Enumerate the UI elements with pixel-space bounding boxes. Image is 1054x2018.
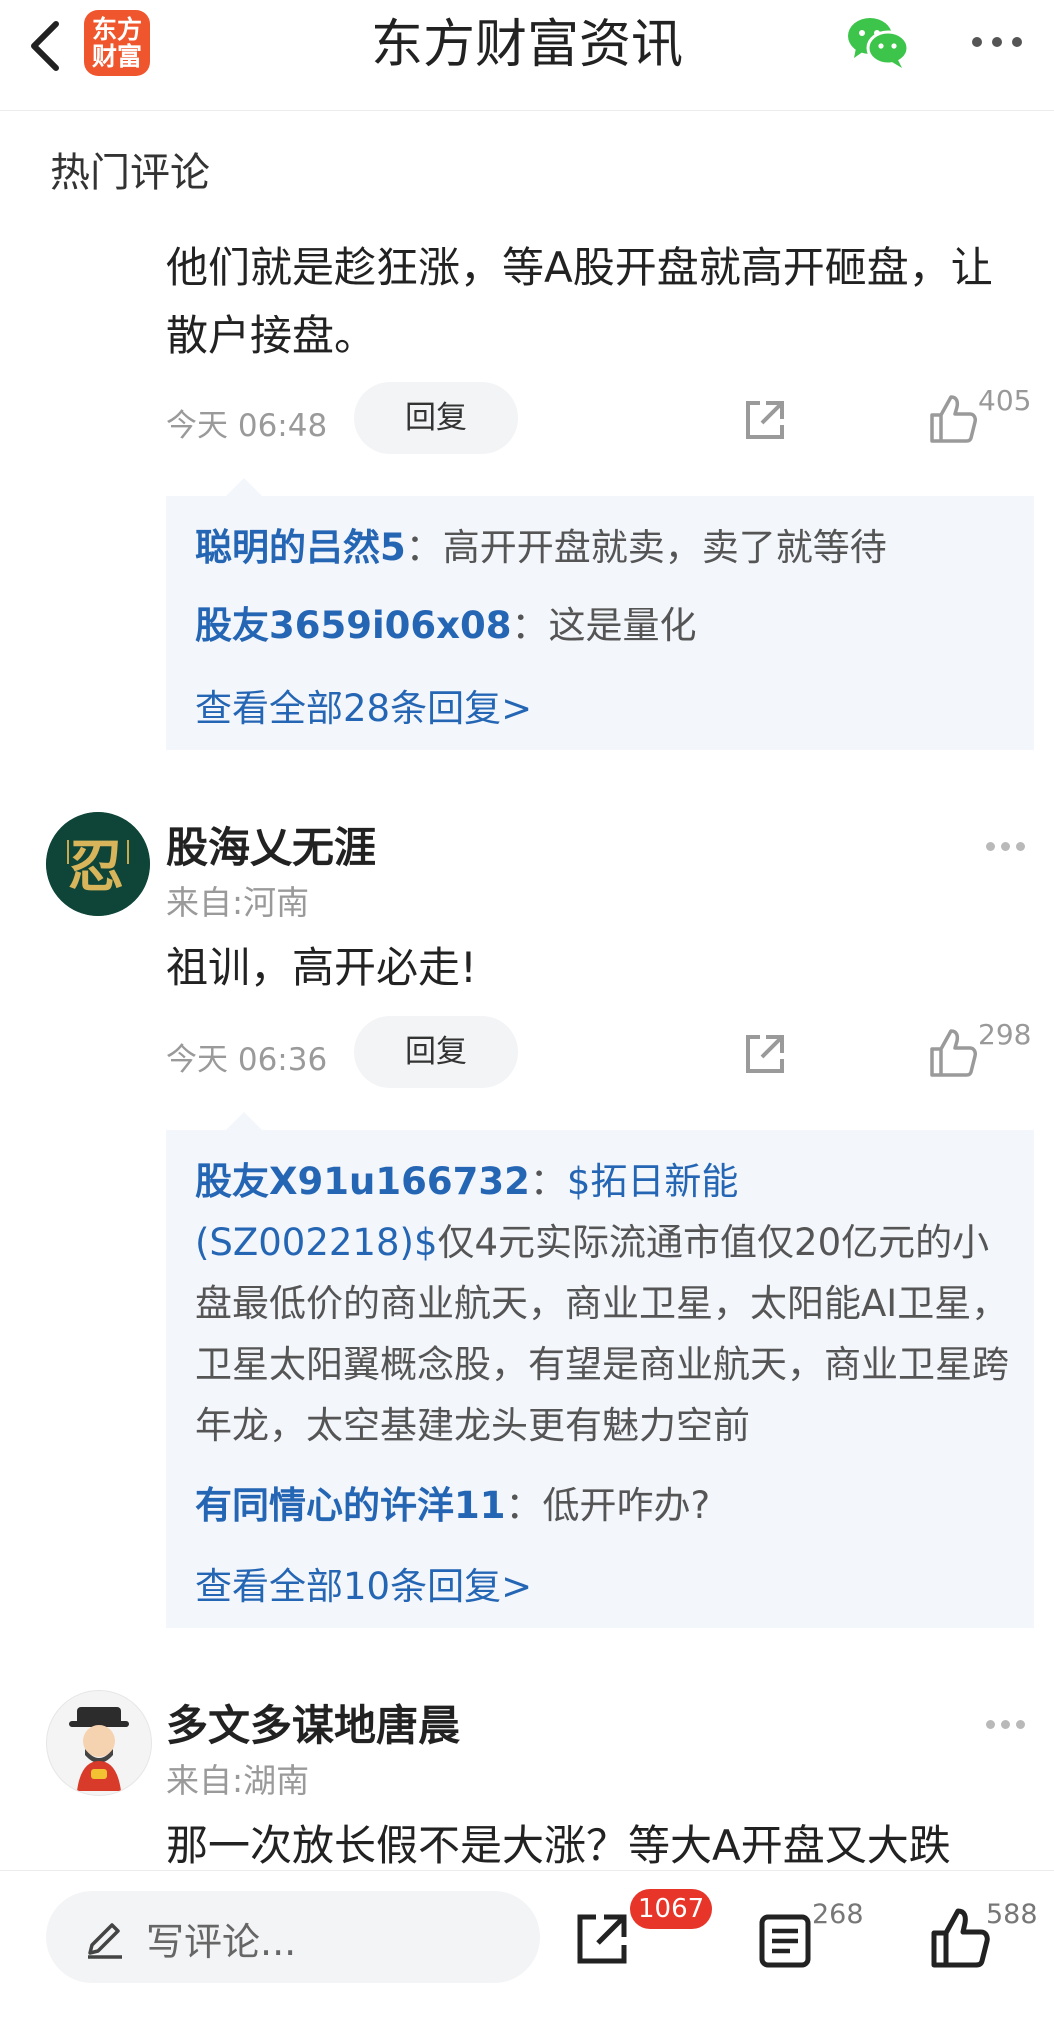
user-location: 来自:河南: [166, 883, 310, 922]
comment-more-icon[interactable]: [986, 836, 1032, 851]
share-count-badge: 1067: [630, 1889, 713, 1929]
view-all-replies-link[interactable]: 查看全部10条回复>: [195, 1556, 532, 1610]
wechat-share-icon[interactable]: [846, 16, 910, 70]
reply-item: 有同情心的许洋11：低开咋办?: [195, 1484, 711, 1527]
pencil-icon: [84, 1915, 126, 1959]
comment-text: 祖训，高开必走!: [166, 943, 477, 992]
thumbs-up-icon[interactable]: [930, 1907, 990, 1968]
share-icon[interactable]: [572, 1909, 632, 1969]
comment-text: 他们就是趁狂涨，等A股开盘就高开砸盘，让散户接盘。: [166, 243, 993, 360]
view-all-replies-link[interactable]: 查看全部28条回复>: [195, 678, 532, 732]
avatar[interactable]: [46, 1690, 152, 1796]
top-bar: 东方 财富 东方财富资讯: [0, 0, 1054, 111]
more-menu-icon[interactable]: [972, 32, 1034, 54]
likes-count: 588: [986, 1899, 1038, 1930]
user-location: 来自:湖南: [166, 1761, 310, 1800]
reply-username[interactable]: 股友3659i06x08: [195, 604, 512, 647]
comments-count: 268: [812, 1899, 864, 1930]
comment-input[interactable]: 写评论...: [46, 1891, 540, 1983]
comment-more-icon[interactable]: [986, 1714, 1032, 1729]
share-icon[interactable]: [740, 1029, 790, 1079]
comment-time: 今天 06:36: [166, 1042, 328, 1078]
reply-username[interactable]: 聪明的吕然5: [195, 526, 406, 569]
comment-input-placeholder: 写评论...: [146, 1920, 297, 1964]
reply-text: 低开咋办?: [542, 1484, 711, 1527]
share-icon[interactable]: [740, 395, 790, 445]
like-count: 298: [978, 1018, 1032, 1051]
comments-list-icon[interactable]: [756, 1911, 816, 1971]
hot-comments-heading: 热门评论: [50, 150, 210, 196]
reply-button[interactable]: 回复: [354, 1016, 518, 1088]
username[interactable]: 股海乂无涯: [166, 814, 376, 875]
reply-item: 股友X91u166732：$拓日新能(SZ002218)$仅4元实际流通市值仅2…: [195, 1160, 1009, 1447]
thumbs-up-icon[interactable]: [928, 393, 978, 445]
reply-button[interactable]: 回复: [354, 382, 518, 454]
like-count: 405: [978, 384, 1032, 417]
reply-text: 这是量化: [548, 604, 697, 647]
comment-time: 今天 06:48: [166, 408, 328, 444]
thumbs-up-icon[interactable]: [928, 1027, 978, 1079]
reply-username[interactable]: 有同情心的许洋11: [195, 1484, 506, 1527]
bottom-action-bar: 写评论... 1067 268 588: [0, 1870, 1054, 2018]
avatar[interactable]: 忍: [46, 812, 150, 916]
reply-text: 高开开盘就卖，卖了就等待: [442, 526, 887, 569]
username[interactable]: 多文多谋地唐晨: [166, 1692, 460, 1753]
svg-text:忍: 忍: [68, 834, 124, 900]
reply-item: 聪明的吕然5：高开开盘就卖，卖了就等待: [195, 526, 887, 569]
reply-item: 股友3659i06x08：这是量化: [195, 604, 697, 647]
reply-username[interactable]: 股友X91u166732: [195, 1160, 530, 1203]
